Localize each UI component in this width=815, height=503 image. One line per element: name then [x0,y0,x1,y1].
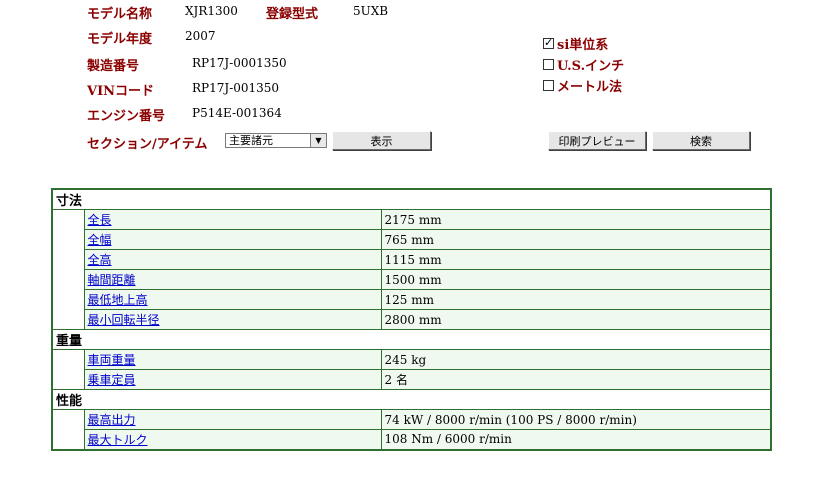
us-inch-label: U.S.インチ [557,59,625,74]
table-row: 全長 2175 mm [51,209,772,330]
section-title-weight: 重量 [51,329,772,350]
table-row: 最高出力 74 kW / 8000 r/min (100 PS / 8000 r… [51,409,772,450]
table-row: 最低地上高 125 mm [52,289,772,310]
chevron-down-icon[interactable]: ▼ [310,134,326,147]
table-row: 軸間距離 1500 mm [52,269,772,290]
table-row: 最小回転半径 2800 mm [52,309,772,330]
spec-link-ground-clearance[interactable]: 最低地上高 [88,293,148,307]
unit-option-metric[interactable]: メートル法 [543,76,622,95]
indent-cell [51,209,85,330]
print-preview-button[interactable]: 印刷プレビュー [548,131,646,150]
spec-link-overall-height[interactable]: 全高 [88,253,112,267]
section-title-performance: 性能 [51,389,772,410]
table-row: 最大トルク 108 Nm / 6000 r/min [52,429,772,450]
indent-cell [51,409,85,450]
model-name-value: XJR1300 [185,4,238,18]
model-year-label: モデル年度 [87,32,153,47]
search-button[interactable]: 検索 [652,131,750,150]
spec-value: 765 mm [380,229,772,250]
model-year-value: 2007 [185,29,216,43]
model-name-label: モデル名称 [87,7,153,22]
spec-table: 寸法 全長 2175 mm 全幅 765 mm 全高 1115 mm 軸間距離 … [51,188,772,451]
spec-link-capacity[interactable]: 乗車定員 [88,373,136,387]
serial-number-label: 製造番号 [87,59,140,74]
spec-value: 2 名 [380,369,772,390]
us-inch-checkbox[interactable] [543,59,554,70]
registration-type-label: 登録型式 [266,7,319,22]
indent-cell [51,349,85,390]
spec-value: 108 Nm / 6000 r/min [380,429,772,450]
table-row: 全幅 765 mm [52,229,772,250]
engine-number-value: P514E-001364 [192,106,282,120]
engine-number-label: エンジン番号 [87,109,166,124]
section-row-dimensions: 寸法 [51,188,772,210]
spec-value: 2800 mm [380,309,772,330]
spec-link-overall-length[interactable]: 全長 [88,213,112,227]
metric-label: メートル法 [557,80,623,95]
spec-link-max-torque[interactable]: 最大トルク [88,433,148,447]
spec-value: 74 kW / 8000 r/min (100 PS / 8000 r/min) [380,409,772,430]
section-row-weight: 重量 [51,329,772,350]
registration-type-value: 5UXB [353,4,389,18]
show-button[interactable]: 表示 [332,131,431,150]
section-select[interactable]: 主要諸元 ▼ [225,133,327,148]
section-item-label: セクション/アイテム [87,137,208,152]
spec-value: 2175 mm [380,209,772,230]
section-row-performance: 性能 [51,389,772,410]
table-row: 全高 1115 mm [52,249,772,270]
si-checkbox[interactable] [543,36,554,49]
spec-value: 1115 mm [380,249,772,270]
spec-link-vehicle-weight[interactable]: 車両重量 [88,353,136,367]
spec-link-overall-width[interactable]: 全幅 [88,233,112,247]
vin-code-value: RP17J-001350 [192,81,280,95]
table-row: 乗車定員 2 名 [52,369,772,390]
section-select-value: 主要諸元 [229,134,273,147]
si-label: si単位系 [557,38,609,53]
section-title-dimensions: 寸法 [51,188,772,210]
metric-checkbox[interactable] [543,80,554,91]
unit-option-us[interactable]: U.S.インチ [543,55,624,74]
spec-link-wheelbase[interactable]: 軸間距離 [88,273,136,287]
spec-value: 245 kg [380,349,772,370]
serial-number-value: RP17J-0001350 [192,56,287,70]
spec-link-max-power[interactable]: 最高出力 [88,413,136,427]
spec-link-turning-radius[interactable]: 最小回転半径 [88,313,160,327]
spec-value: 125 mm [380,289,772,310]
spec-value: 1500 mm [380,269,772,290]
table-row: 車両重量 245 kg [51,349,772,390]
vin-code-label: VINコード [87,84,155,99]
unit-option-si[interactable]: si単位系 [543,34,608,53]
